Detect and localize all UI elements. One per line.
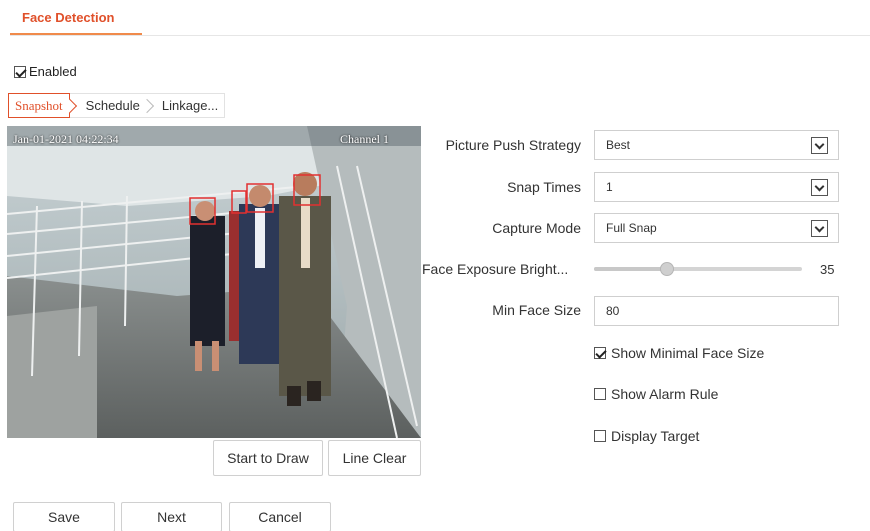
- tab-linkage-label: Linkage...: [161, 98, 219, 113]
- osd-channel-name: Channel 1: [340, 132, 389, 146]
- min-face-size-value: 80: [606, 304, 620, 318]
- display-target-checkbox[interactable]: Display Target: [594, 428, 699, 444]
- chevron-down-icon[interactable]: [811, 179, 828, 196]
- snap-times-select[interactable]: 1: [594, 172, 839, 202]
- tab-face-detection[interactable]: Face Detection: [22, 10, 114, 25]
- exposure-slider[interactable]: [594, 262, 802, 276]
- start-to-draw-button[interactable]: Start to Draw: [213, 440, 323, 476]
- live-video-preview[interactable]: Jan-01-2021 04:22:34 Channel 1: [7, 126, 421, 438]
- exposure-label: Face Exposure Bright...: [422, 261, 569, 277]
- save-button[interactable]: Save: [13, 502, 115, 531]
- video-frame: [7, 126, 421, 438]
- capture-mode-select[interactable]: Full Snap: [594, 213, 839, 243]
- step-tabs: Snapshot Schedule Linkage...: [8, 93, 226, 118]
- push-strategy-value: Best: [606, 138, 631, 152]
- checkbox-checked-icon[interactable]: [594, 347, 606, 359]
- next-button[interactable]: Next: [121, 502, 222, 531]
- show-minimal-face-size-checkbox[interactable]: Show Minimal Face Size: [594, 345, 764, 361]
- divider: [10, 35, 870, 36]
- chevron-down-icon[interactable]: [811, 220, 828, 237]
- exposure-slider-handle[interactable]: [659, 262, 674, 276]
- checkbox-unchecked-icon[interactable]: [594, 388, 606, 400]
- enabled-label: Enabled: [29, 64, 77, 79]
- display-target-label: Display Target: [611, 428, 700, 444]
- tab-schedule[interactable]: Schedule: [80, 94, 154, 117]
- exposure-value: 35: [820, 262, 835, 277]
- snap-times-label: Snap Times: [507, 179, 581, 195]
- chevron-down-icon[interactable]: [811, 137, 828, 154]
- min-face-size-input[interactable]: 80: [594, 296, 839, 326]
- line-clear-button[interactable]: Line Clear: [328, 440, 421, 476]
- tab-snapshot[interactable]: Snapshot: [8, 93, 77, 118]
- osd-timestamp: Jan-01-2021 04:22:34: [13, 132, 119, 146]
- push-strategy-select[interactable]: Best: [594, 130, 839, 160]
- min-face-size-label: Min Face Size: [492, 302, 581, 318]
- tab-snapshot-label: Snapshot: [15, 97, 63, 113]
- show-alarm-rule-label: Show Alarm Rule: [611, 386, 719, 402]
- capture-mode-value: Full Snap: [606, 221, 657, 235]
- exposure-slider-fill: [594, 267, 667, 271]
- show-alarm-rule-checkbox[interactable]: Show Alarm Rule: [594, 386, 718, 402]
- capture-mode-label: Capture Mode: [492, 220, 581, 236]
- show-minimal-face-size-label: Show Minimal Face Size: [611, 345, 765, 361]
- tab-schedule-label: Schedule: [85, 98, 140, 113]
- snap-times-value: 1: [606, 180, 613, 194]
- checkbox-checked-icon[interactable]: [14, 65, 26, 78]
- tab-linkage[interactable]: Linkage...: [156, 94, 224, 117]
- cancel-button[interactable]: Cancel: [229, 502, 331, 531]
- checkbox-unchecked-icon[interactable]: [594, 430, 606, 442]
- push-strategy-label: Picture Push Strategy: [445, 137, 581, 153]
- enabled-checkbox[interactable]: Enabled: [14, 64, 77, 79]
